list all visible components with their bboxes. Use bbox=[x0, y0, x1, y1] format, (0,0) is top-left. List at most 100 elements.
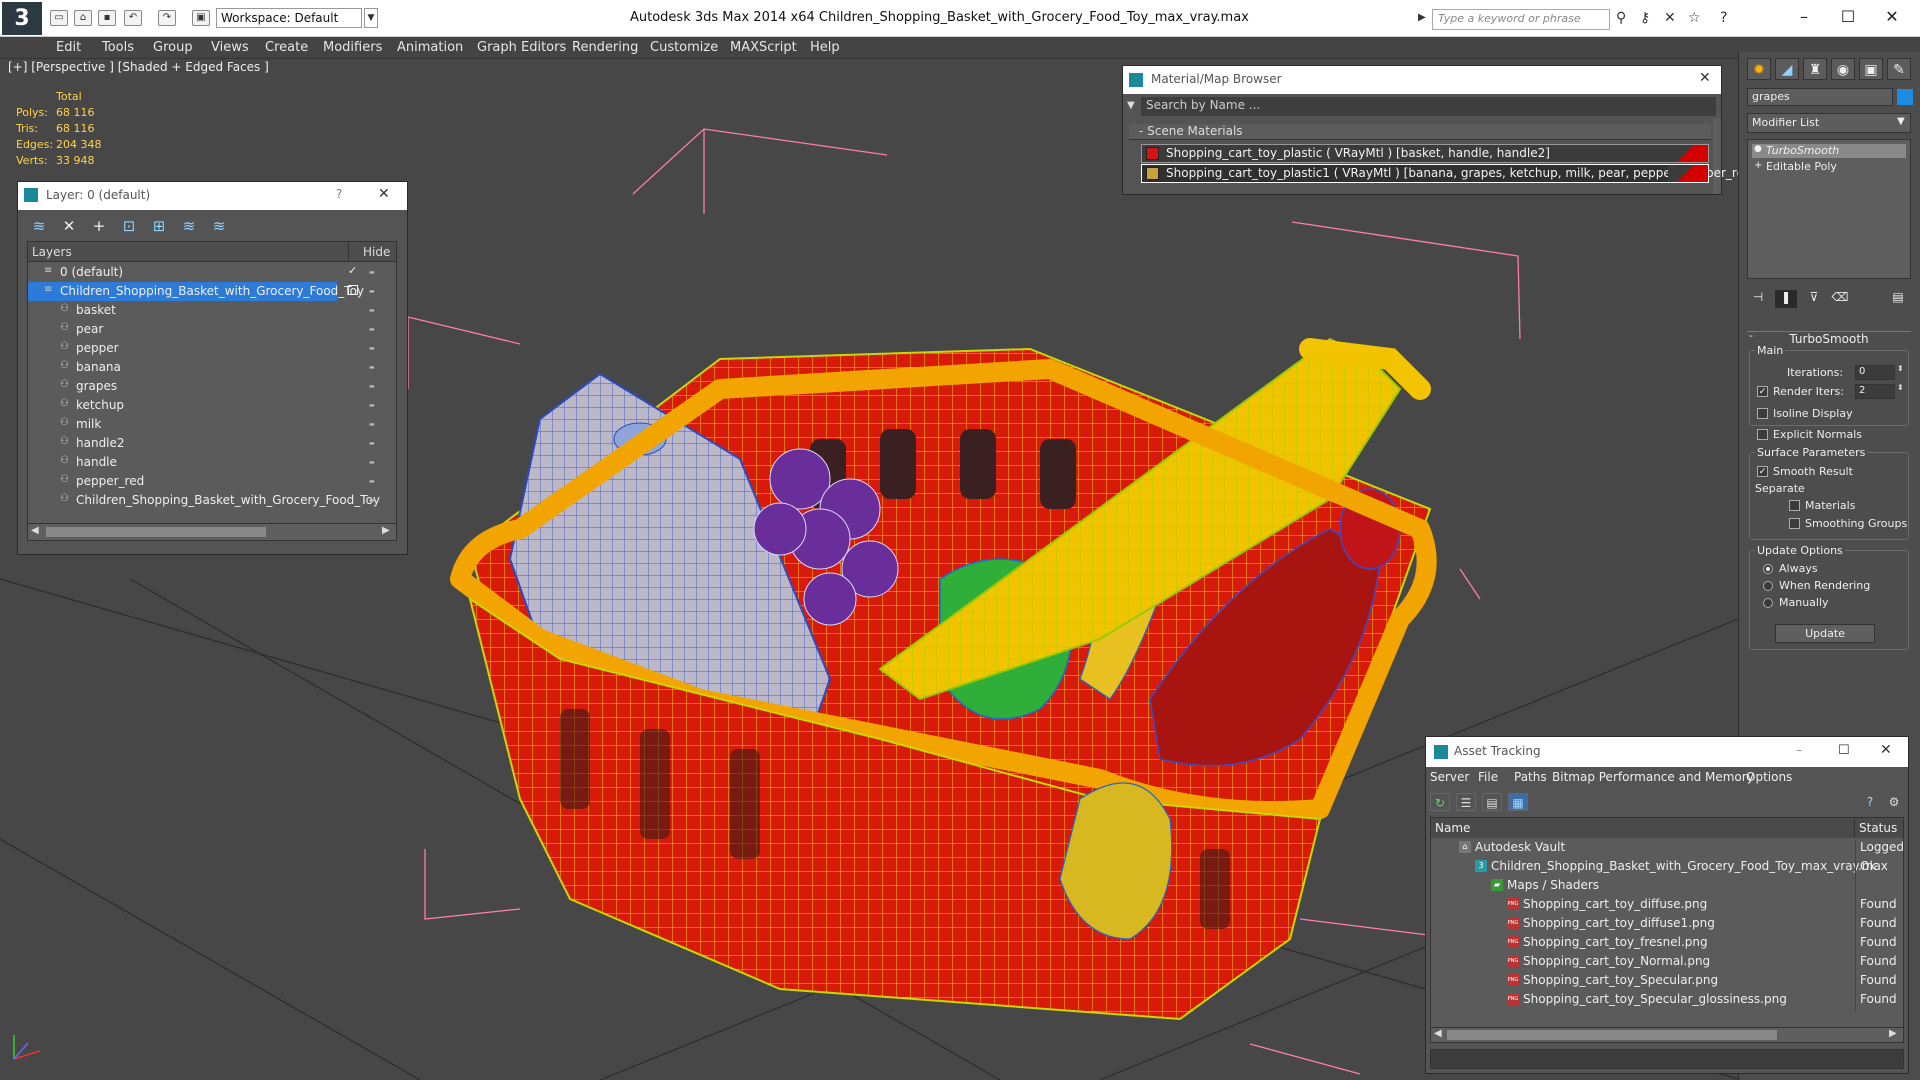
stack-item-turbosmooth[interactable]: ● TurboSmooth bbox=[1752, 144, 1906, 158]
menu-group[interactable]: Group bbox=[153, 40, 193, 55]
menu-help[interactable]: Help bbox=[810, 40, 840, 55]
layer-row[interactable]: ⚇ pepper ▬ bbox=[28, 339, 396, 358]
asset-row[interactable]: ⌂Autodesk VaultLogged Ou bbox=[1431, 838, 1903, 859]
layer-list-hscrollbar[interactable]: ◀ ▶ bbox=[27, 523, 397, 541]
asset-tracking-titlebar[interactable]: Asset Tracking – ☐ ✕ bbox=[1426, 737, 1908, 767]
update-when-rendering-radio[interactable] bbox=[1763, 581, 1773, 591]
column-header-name[interactable]: Name bbox=[1431, 818, 1855, 838]
hide-toggle-icon[interactable]: ▬ bbox=[369, 345, 375, 352]
configure-sets-icon[interactable]: ▤ bbox=[1887, 290, 1909, 308]
update-button[interactable]: Update bbox=[1775, 624, 1875, 643]
hide-toggle-icon[interactable]: ▬ bbox=[369, 421, 375, 428]
layer-row[interactable]: ≡ Children_Shopping_Basket_with_Grocery_F… bbox=[28, 282, 375, 301]
list-view-icon[interactable]: ☰ bbox=[1456, 793, 1476, 811]
explicit-normals-checkbox[interactable] bbox=[1757, 429, 1768, 440]
asset-row[interactable]: PNG Shopping_cart_toy_fresnel.png Found bbox=[1431, 933, 1903, 954]
scroll-left-icon[interactable]: ◀ bbox=[1434, 1028, 1442, 1039]
render-iters-spinner-arrows-icon[interactable]: ⬍ bbox=[1897, 383, 1904, 392]
asset-menu-bitmap-performance[interactable]: Bitmap Performance and Memory bbox=[1552, 770, 1754, 784]
redo-icon[interactable]: ↷ bbox=[158, 10, 176, 26]
stack-item-editable-poly[interactable]: + Editable Poly bbox=[1752, 160, 1906, 174]
set-current-layer-box[interactable] bbox=[348, 285, 358, 295]
table-view-icon[interactable]: ▦ bbox=[1508, 793, 1528, 811]
expand-plus-icon[interactable]: + bbox=[1754, 160, 1762, 171]
separate-materials-checkbox[interactable] bbox=[1789, 500, 1800, 511]
asset-maximize-button[interactable]: ☐ bbox=[1838, 743, 1850, 758]
asset-help-icon[interactable]: ? bbox=[1860, 793, 1880, 811]
layer-window-titlebar[interactable]: Layer: 0 (default) ? ✕ bbox=[18, 182, 407, 210]
asset-close-button[interactable]: ✕ bbox=[1880, 742, 1892, 758]
hide-toggle-icon[interactable]: ▬ bbox=[369, 307, 375, 314]
hide-toggle-icon[interactable]: ▬ bbox=[369, 288, 375, 295]
menu-modifiers[interactable]: Modifiers bbox=[323, 40, 382, 55]
render-iters-checkbox[interactable]: ✓ bbox=[1757, 386, 1768, 397]
create-layer-icon[interactable]: ≋ bbox=[28, 216, 50, 236]
layer-row[interactable]: ⚇ Children_Shopping_Basket_with_Grocery_F… bbox=[28, 491, 396, 510]
project-folder-icon[interactable]: ▣ bbox=[192, 10, 210, 26]
menu-rendering[interactable]: Rendering bbox=[572, 40, 638, 55]
scroll-left-icon[interactable]: ◀ bbox=[31, 525, 39, 536]
material-row[interactable]: Shopping_cart_toy_plastic ( VRayMtl ) [b… bbox=[1141, 144, 1709, 163]
hide-all-layers-icon[interactable]: ≋ bbox=[178, 216, 200, 236]
asset-row[interactable]: PNG Shopping_cart_toy_Specular.png Found bbox=[1431, 971, 1903, 992]
material-browser-vscrollbar[interactable] bbox=[1713, 118, 1721, 194]
hide-toggle-icon[interactable]: ▬ bbox=[369, 440, 375, 447]
smooth-result-checkbox[interactable]: ✓ bbox=[1757, 466, 1768, 477]
material-browser-titlebar[interactable]: Material/Map Browser ✕ bbox=[1123, 66, 1721, 94]
material-browser-close-button[interactable]: ✕ bbox=[1699, 70, 1711, 86]
modifier-list-chevron-down-icon[interactable]: ▼ bbox=[1897, 116, 1905, 127]
workspace-chevron-down-icon[interactable]: ▼ bbox=[364, 8, 378, 28]
menu-tools[interactable]: Tools bbox=[102, 40, 134, 55]
hierarchy-tab-icon[interactable]: ♜ bbox=[1803, 58, 1827, 80]
asset-menu-options[interactable]: Options bbox=[1746, 770, 1792, 784]
keyword-search-input[interactable]: Type a keyword or phrase bbox=[1432, 9, 1610, 30]
remove-modifier-icon[interactable]: ⌫ bbox=[1829, 290, 1851, 308]
menu-animation[interactable]: Animation bbox=[397, 40, 463, 55]
asset-settings-icon[interactable]: ⚙ bbox=[1884, 793, 1904, 811]
asset-minimize-button[interactable]: – bbox=[1796, 743, 1803, 758]
current-layer-check-icon[interactable]: ✓ bbox=[348, 264, 357, 277]
asset-row[interactable]: PNG Shopping_cart_toy_diffuse.png Found bbox=[1431, 895, 1903, 916]
asset-table-hscrollbar[interactable]: ◀ ▶ bbox=[1430, 1027, 1904, 1043]
select-objects-icon[interactable]: ⊡ bbox=[118, 216, 140, 236]
maximize-button[interactable]: ☐ bbox=[1826, 4, 1870, 30]
refresh-icon[interactable]: ↻ bbox=[1430, 793, 1450, 811]
asset-menu-paths[interactable]: Paths bbox=[1514, 770, 1547, 784]
material-search-input[interactable]: Search by Name ... bbox=[1141, 97, 1716, 116]
delete-layer-icon[interactable]: ✕ bbox=[58, 216, 80, 236]
layer-row[interactable]: ⚇ grapes ▬ bbox=[28, 377, 396, 396]
hide-toggle-icon[interactable]: ▬ bbox=[369, 402, 375, 409]
modify-tab-icon[interactable]: ◢ bbox=[1775, 58, 1799, 80]
close-button[interactable]: ✕ bbox=[1870, 4, 1914, 30]
column-header-status[interactable]: Status bbox=[1855, 818, 1903, 838]
iterations-spinner[interactable]: 0 bbox=[1855, 365, 1895, 380]
favorites-star-icon[interactable]: ☆ bbox=[1688, 10, 1701, 26]
layer-row[interactable]: ≡ 0 (default) ▬ bbox=[28, 263, 396, 282]
add-to-layer-icon[interactable]: + bbox=[88, 216, 110, 236]
workspace-dropdown[interactable]: Workspace: Default bbox=[216, 8, 362, 28]
save-file-icon[interactable]: ▪ bbox=[98, 10, 116, 26]
scroll-right-icon[interactable]: ▶ bbox=[1889, 1028, 1897, 1039]
layer-row[interactable]: ⚇ ketchup ▬ bbox=[28, 396, 396, 415]
asset-row[interactable]: 3 Children_Shopping_Basket_with_Grocery_F… bbox=[1431, 857, 1903, 878]
object-name-field[interactable]: grapes bbox=[1747, 88, 1893, 106]
hide-toggle-icon[interactable]: ▬ bbox=[369, 326, 375, 333]
details-view-icon[interactable]: ▤ bbox=[1482, 793, 1502, 811]
layer-row[interactable]: ⚇ pepper_red ▬ bbox=[28, 472, 396, 491]
menu-views[interactable]: Views bbox=[211, 40, 249, 55]
hide-toggle-icon[interactable]: ▬ bbox=[369, 269, 375, 276]
scroll-thumb[interactable] bbox=[46, 527, 266, 537]
display-tab-icon[interactable]: ▣ bbox=[1859, 58, 1883, 80]
asset-row[interactable]: PNG Shopping_cart_toy_diffuse1.png Found bbox=[1431, 914, 1903, 935]
search-options-chevron-down-icon[interactable]: ▼ bbox=[1127, 100, 1135, 111]
column-header-layers[interactable]: Layers bbox=[32, 245, 72, 259]
column-header-hide[interactable]: Hide bbox=[363, 245, 390, 259]
isoline-display-checkbox[interactable] bbox=[1757, 408, 1768, 419]
layer-row[interactable]: ⚇ handle2 ▬ bbox=[28, 434, 396, 453]
asset-row[interactable]: PNG Shopping_cart_toy_Normal.png Found bbox=[1431, 952, 1903, 973]
menu-edit[interactable]: Edit bbox=[56, 40, 81, 55]
asset-row[interactable]: PNG Shopping_cart_toy_Specular_glossiness… bbox=[1431, 990, 1903, 1011]
layer-row[interactable]: ⚇ pear ▬ bbox=[28, 320, 396, 339]
render-iters-spinner[interactable]: 2 bbox=[1855, 384, 1895, 399]
scene-materials-group-header[interactable]: - Scene Materials bbox=[1129, 124, 1711, 140]
